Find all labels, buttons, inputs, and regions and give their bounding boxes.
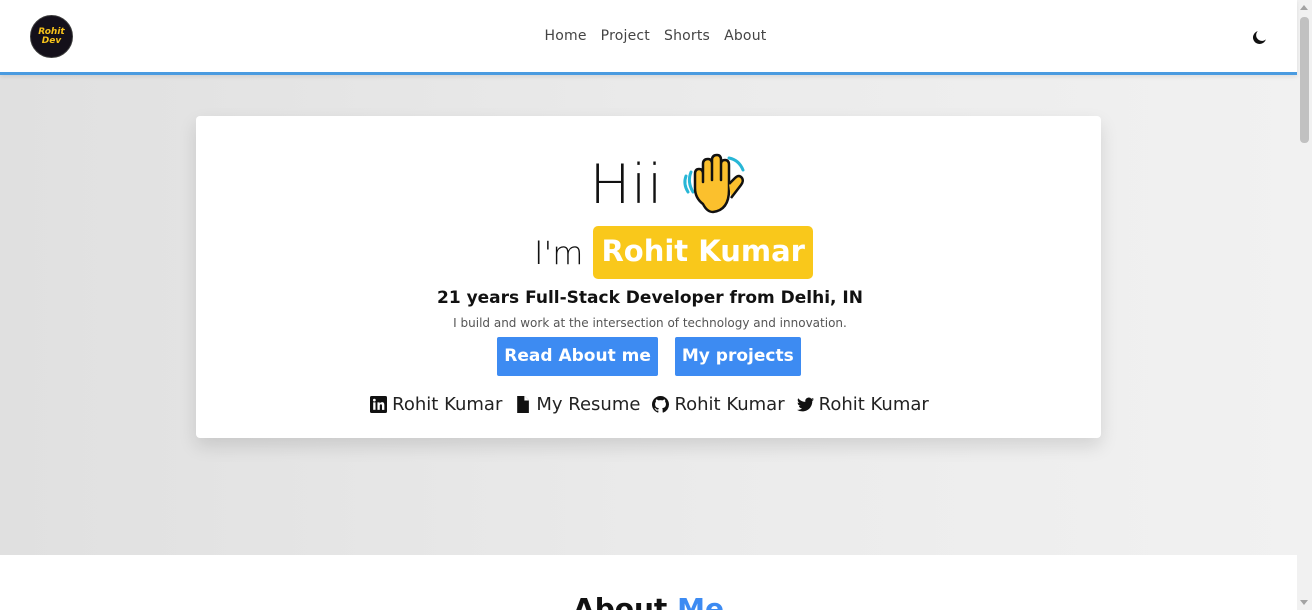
about-heading-accent: Me xyxy=(677,592,724,610)
name-highlight: Rohit Kumar xyxy=(593,226,813,279)
top-navbar: Rohit Dev Home Project Shorts About xyxy=(0,0,1297,75)
document-icon xyxy=(517,396,530,413)
about-section-heading: About Me xyxy=(0,592,1297,610)
my-projects-button[interactable]: My projects xyxy=(674,337,801,376)
theme-toggle-button[interactable] xyxy=(1250,28,1268,46)
cta-buttons: Read About me My projects xyxy=(196,337,1101,376)
linkedin-icon xyxy=(370,396,388,413)
intro-prefix: I'm xyxy=(534,233,584,272)
nav-link-project[interactable]: Project xyxy=(601,28,650,44)
github-label: Rohit Kumar xyxy=(674,394,785,415)
about-heading-prefix: About xyxy=(573,592,668,610)
nav-link-shorts[interactable]: Shorts xyxy=(664,28,710,44)
github-link[interactable]: Rohit Kumar xyxy=(652,394,785,415)
nav-link-about[interactable]: About xyxy=(724,28,766,44)
nav-link-home[interactable]: Home xyxy=(545,28,587,44)
linkedin-link[interactable]: Rohit Kumar xyxy=(370,394,502,415)
intro-row: I'm Rohit Kumar xyxy=(196,226,1101,279)
github-icon xyxy=(652,396,670,413)
role-heading: 21 years Full-Stack Developer from Delhi… xyxy=(437,288,863,308)
resume-link[interactable]: My Resume xyxy=(514,394,640,415)
greeting-text: Hii xyxy=(589,153,664,216)
moon-icon xyxy=(1252,30,1266,44)
scroll-up-arrow-icon[interactable] xyxy=(1300,5,1308,10)
nav-links: Home Project Shorts About xyxy=(0,28,1297,44)
intro-card: Hii I'm Rohit Kumar 21 years Full-Stack … xyxy=(196,116,1101,438)
scrollbar-thumb[interactable] xyxy=(1300,17,1309,143)
linkedin-label: Rohit Kumar xyxy=(392,394,503,415)
twitter-label: Rohit Kumar xyxy=(818,394,929,415)
read-about-me-button[interactable]: Read About me xyxy=(497,337,658,376)
tagline: I build and work at the intersection of … xyxy=(453,316,847,330)
twitter-link[interactable]: Rohit Kumar xyxy=(796,394,929,415)
hero-section: Hii I'm Rohit Kumar 21 years Full-Stack … xyxy=(0,75,1297,555)
social-links: Rohit Kumar My Resume Rohit Kumar Rohit … xyxy=(196,394,1101,415)
waving-hand-icon xyxy=(683,153,745,214)
scroll-down-arrow-icon[interactable] xyxy=(1300,600,1308,605)
greeting-row: Hii xyxy=(196,152,1101,218)
page-scrollbar[interactable] xyxy=(1297,0,1312,610)
twitter-icon xyxy=(796,397,814,412)
resume-label: My Resume xyxy=(536,394,641,415)
